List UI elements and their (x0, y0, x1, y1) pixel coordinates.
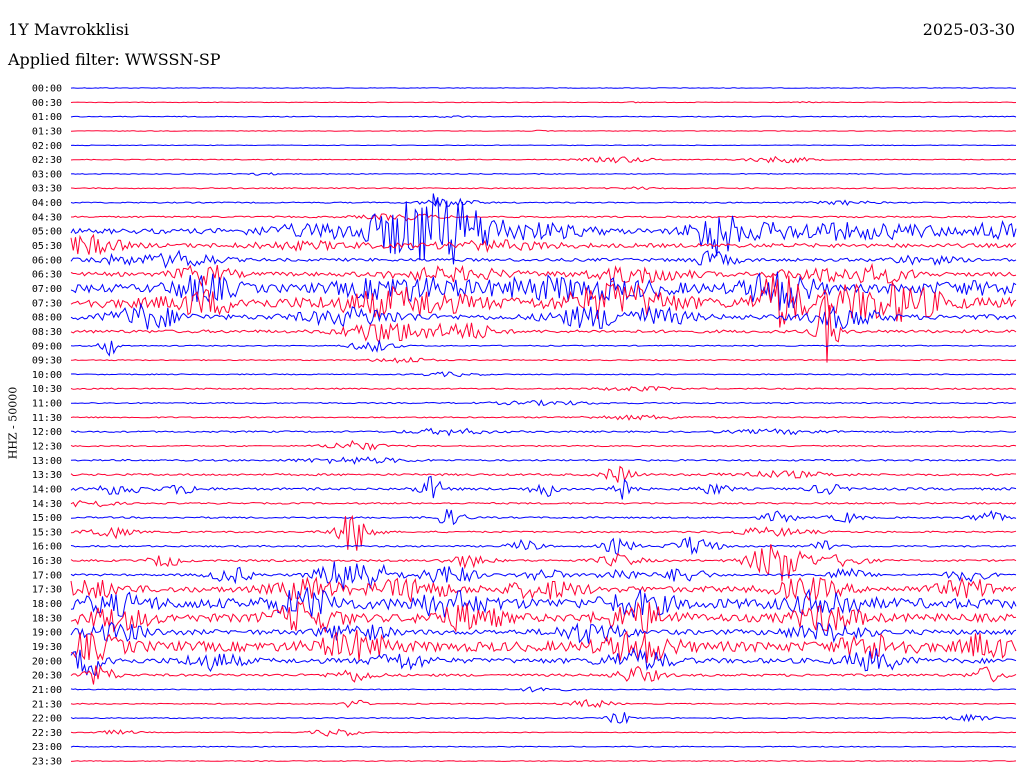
tick-label: 04:00 (32, 198, 62, 209)
trace-line (70, 186, 1016, 191)
tick-label: 06:00 (32, 255, 62, 266)
tick-label: 16:30 (32, 556, 62, 567)
tick-label: 18:30 (32, 613, 62, 624)
tick-label: 12:30 (32, 442, 62, 453)
tick-label: 02:00 (32, 141, 62, 152)
tick-label: 14:00 (32, 484, 62, 495)
trace-line (70, 115, 1017, 118)
tick-label: 14:30 (32, 499, 62, 510)
tick-label: 17:30 (32, 585, 62, 596)
tick-label: 22:00 (32, 714, 62, 725)
trace-line (70, 294, 1017, 363)
trace-line (70, 621, 1017, 644)
tick-label: 09:30 (32, 356, 62, 367)
tick-label: 10:30 (32, 384, 62, 395)
tick-label: 08:00 (32, 313, 62, 324)
trace-line (70, 144, 1017, 147)
tick-label: 21:30 (32, 699, 62, 710)
trace-line (70, 172, 1017, 176)
trace-line (70, 456, 1017, 465)
tick-label: 05:00 (32, 227, 62, 238)
trace-line (70, 509, 1017, 526)
trace-line (71, 213, 1017, 222)
trace-line (70, 745, 1017, 748)
tick-label: 15:00 (32, 513, 62, 524)
trace-line (70, 356, 1017, 364)
tick-label: 23:00 (32, 742, 62, 753)
trace-line (71, 399, 1017, 407)
tick-label: 19:30 (32, 642, 62, 653)
trace-line (70, 699, 1017, 708)
tick-label: 03:30 (32, 184, 62, 195)
trace-line (70, 712, 1017, 725)
trace-line (70, 233, 1017, 256)
tick-label: 16:00 (32, 542, 62, 553)
tick-label: 20:30 (32, 671, 62, 682)
seismogram-chart: 00:00 00:30 01:00 01:30 02:00 02:30 03:00 03:30… (32, 84, 1017, 768)
tick-label: 09:00 (32, 341, 62, 352)
tick-label: 02:30 (32, 155, 62, 166)
trace-line (70, 536, 1017, 556)
trace-line (70, 197, 1017, 208)
tick-label: 01:30 (32, 126, 62, 137)
trace-line (70, 544, 1017, 582)
tick-label: 08:30 (32, 327, 62, 338)
trace-line (70, 686, 1017, 693)
trace-line (70, 340, 1017, 357)
tick-label: 00:00 (32, 84, 62, 95)
trace-line (70, 129, 1017, 132)
trace-line (70, 500, 1017, 508)
trace-line (70, 647, 1017, 677)
trace-line (70, 587, 1017, 618)
trace-line (70, 371, 1017, 378)
tick-label: 04:30 (32, 212, 62, 223)
tick-label: 20:00 (32, 656, 62, 667)
trace-line (70, 760, 1017, 762)
trace-line (70, 561, 1017, 591)
tick-label: 05:30 (32, 241, 62, 252)
tick-label: 18:00 (32, 599, 62, 610)
trace-line (70, 249, 1017, 269)
tick-label: 11:30 (32, 413, 62, 424)
tick-label: 17:00 (32, 570, 62, 581)
trace-line (70, 439, 1017, 452)
tick-label: 01:00 (32, 112, 62, 123)
trace-line (70, 728, 1017, 737)
trace-line (70, 155, 1017, 164)
tick-label: 13:30 (32, 470, 62, 481)
tick-label: 22:30 (32, 728, 62, 739)
trace-line (70, 427, 1017, 437)
trace-line (70, 386, 1017, 392)
tick-label: 06:30 (32, 270, 62, 281)
tick-label: 13:00 (32, 456, 62, 467)
trace-line (70, 414, 1017, 421)
trace-line (70, 514, 1017, 551)
trace-line (70, 87, 1016, 89)
tick-label: 07:30 (32, 298, 62, 309)
tick-labels: 00:00 00:30 01:00 01:30 02:00 02:30 03:00 03:30… (32, 84, 62, 768)
tick-label: 07:00 (32, 284, 62, 295)
tick-label: 12:00 (32, 427, 62, 438)
tick-label: 00:30 (32, 98, 62, 109)
tick-label: 03:00 (32, 169, 62, 180)
trace-line (70, 475, 1017, 500)
tick-label: 19:00 (32, 628, 62, 639)
trace-line (70, 465, 1017, 483)
trace-lines (70, 87, 1017, 762)
tick-label: 15:30 (32, 527, 62, 538)
tick-label: 21:00 (32, 685, 62, 696)
trace-line (70, 193, 1017, 265)
trace-line (70, 101, 1017, 104)
tick-label: 23:30 (32, 757, 62, 768)
trace-line (70, 576, 1017, 603)
tick-label: 10:00 (32, 370, 62, 381)
tick-label: 11:00 (32, 399, 62, 410)
trace-line (70, 664, 1017, 685)
